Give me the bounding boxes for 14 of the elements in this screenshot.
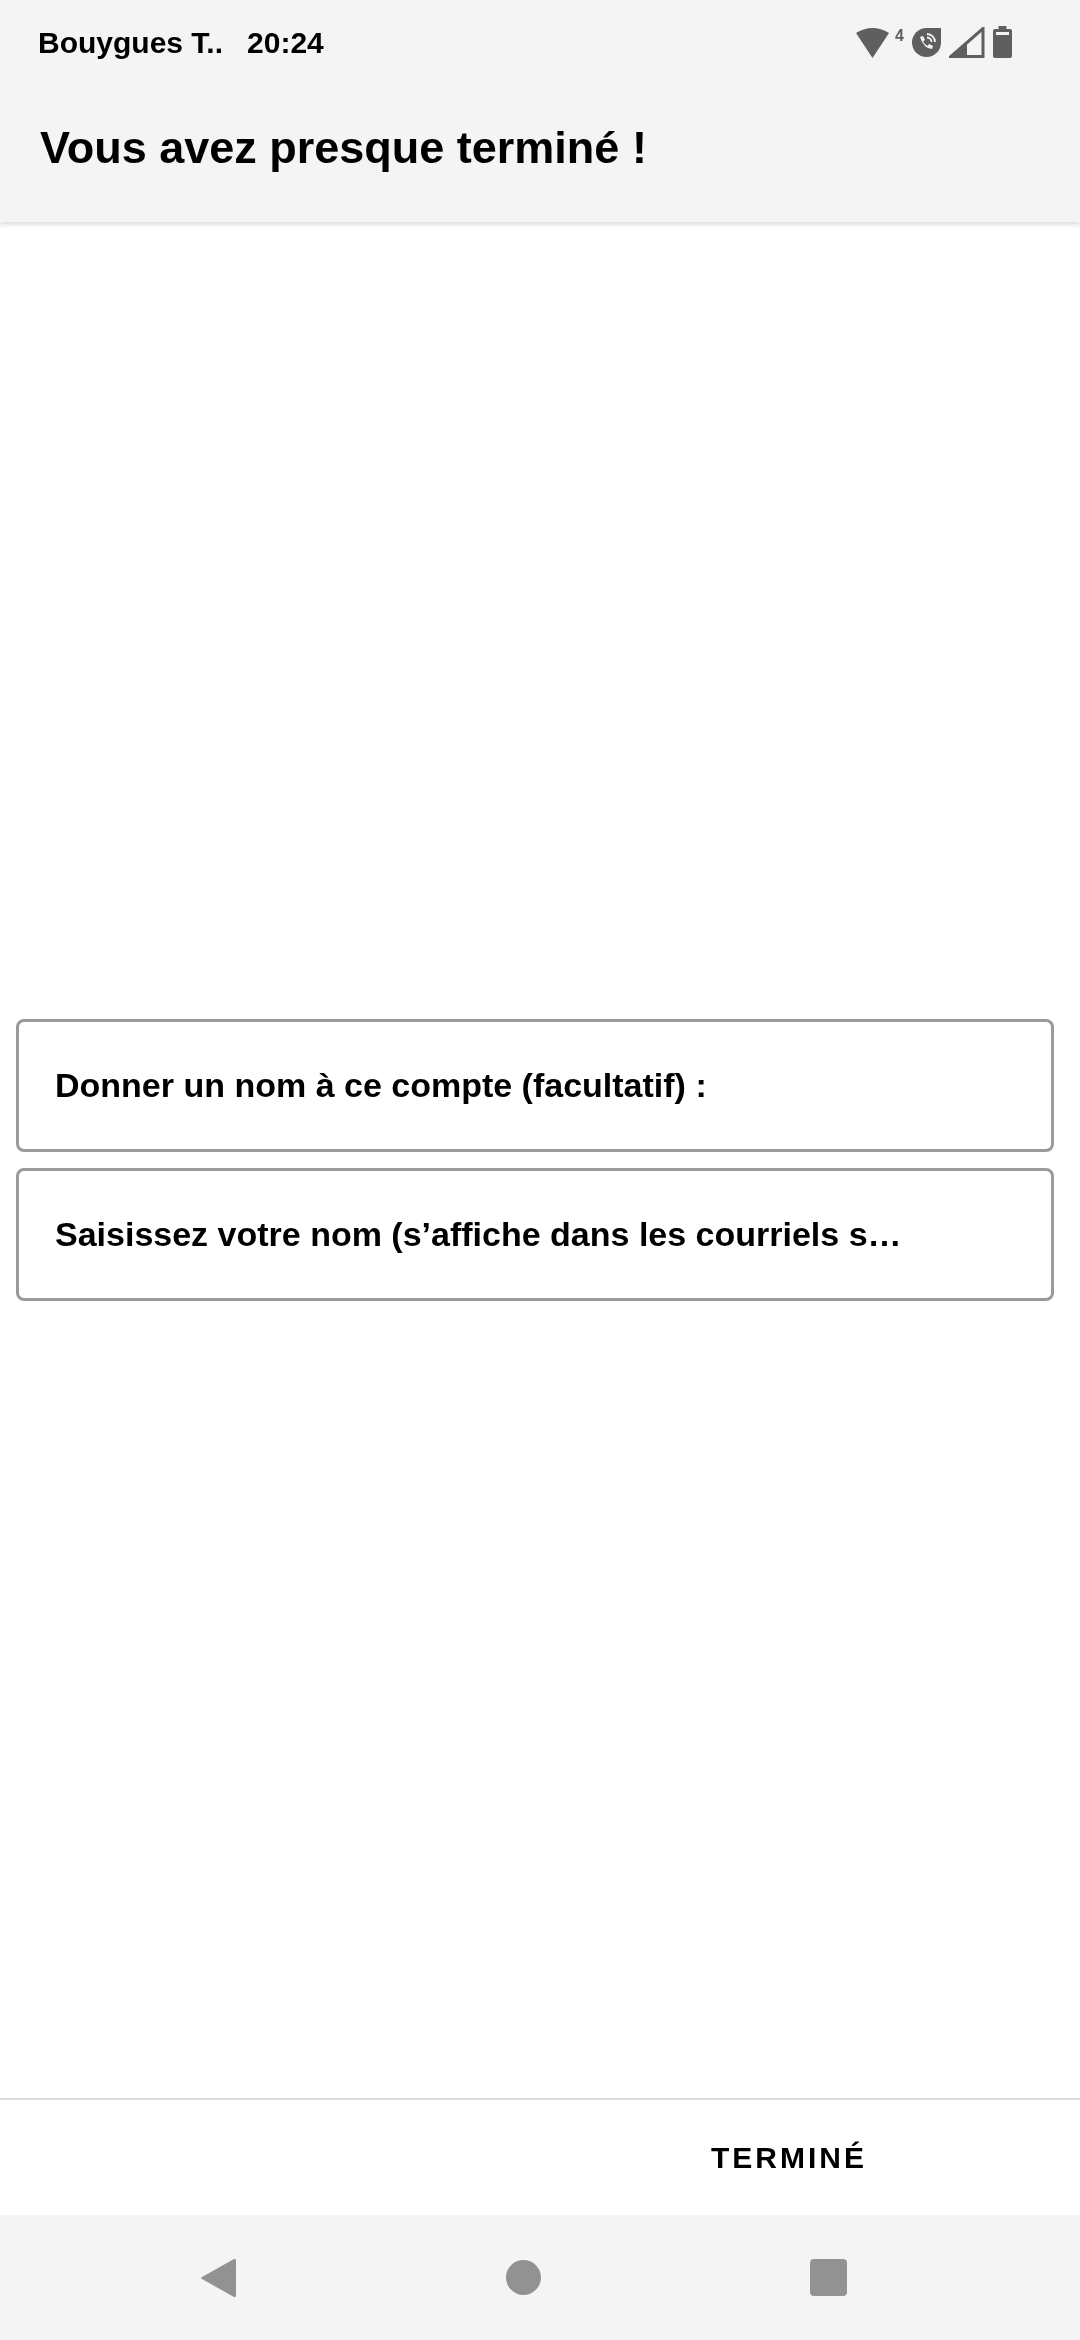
battery-icon: [993, 26, 1012, 58]
carrier-name: Bouygues T..: [38, 25, 224, 59]
done-button[interactable]: TERMINÉ: [679, 2125, 899, 2190]
input-field[interactable]: Saisissez votre nom (s’affiche dans les courriels s…: [16, 1168, 1054, 1301]
recent-apps-icon[interactable]: [809, 2259, 847, 2296]
home-icon[interactable]: [505, 2260, 541, 2295]
status-time: 20:24: [247, 25, 324, 59]
cell-signal-icon: [949, 26, 985, 58]
page-title: Vous avez presque terminé !: [40, 122, 647, 174]
back-icon[interactable]: [200, 2257, 236, 2298]
wifi-badge-text: 4: [895, 28, 904, 44]
input-field[interactable]: Donner un nom à ce compte (facultatif) :: [16, 1019, 1054, 1152]
wifi-icon: [856, 26, 890, 58]
wifi-calling-icon: [912, 27, 941, 57]
